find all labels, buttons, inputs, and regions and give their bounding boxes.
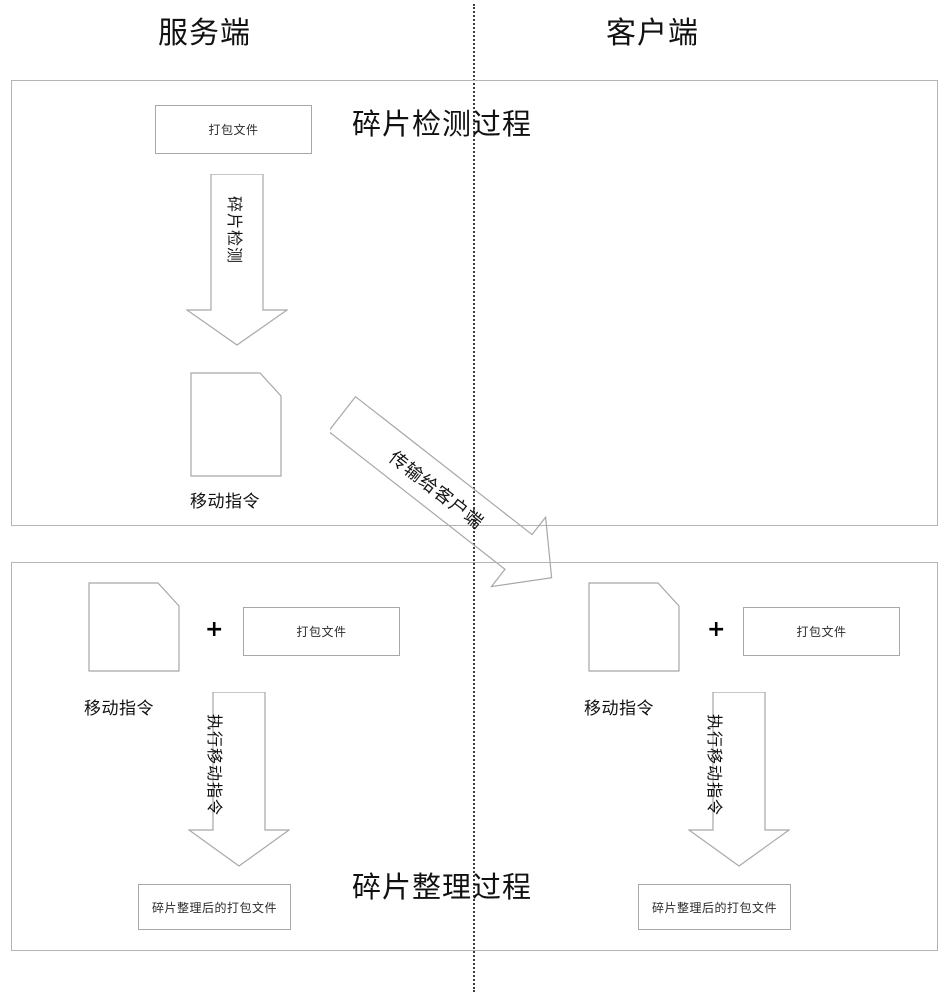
package-file-label-client: 打包文件 — [796, 625, 847, 639]
defrag-result-box-server: 碎片整理后的打包文件 — [138, 884, 291, 930]
defrag-phase-title: 碎片整理过程 — [352, 870, 533, 904]
move-instruction-caption-top: 移动指令 — [190, 492, 260, 512]
package-file-box-top: 打包文件 — [155, 105, 312, 154]
detection-phase-title: 碎片检测过程 — [352, 107, 533, 141]
move-instruction-caption-server: 移动指令 — [84, 699, 154, 719]
package-file-box-client: 打包文件 — [743, 607, 900, 656]
execute-move-arrow-label-client: 执行移动指令 — [705, 714, 724, 817]
diagram-canvas: 服务端 客户端 碎片检测过程 打包文件 碎片检测 移动指令 传输给客户端 碎片整… — [0, 0, 949, 1000]
fragment-detection-arrow-label: 碎片检测 — [225, 196, 244, 265]
plus-symbol-server: + — [205, 617, 224, 642]
defrag-result-label-client: 碎片整理后的打包文件 — [651, 900, 777, 915]
lane-header-client: 客户端 — [606, 16, 699, 51]
execute-move-arrow-label-server: 执行移动指令 — [205, 714, 224, 817]
defrag-result-label-server: 碎片整理后的打包文件 — [151, 900, 277, 915]
move-instruction-caption-client: 移动指令 — [584, 699, 654, 719]
move-instruction-document-client — [588, 582, 680, 672]
package-file-box-server: 打包文件 — [243, 607, 400, 656]
defrag-result-box-client: 碎片整理后的打包文件 — [638, 884, 791, 930]
move-instruction-document-top — [190, 372, 282, 477]
lane-header-server: 服务端 — [158, 16, 251, 51]
package-file-label: 打包文件 — [208, 123, 259, 137]
plus-symbol-client: + — [707, 617, 726, 642]
move-instruction-document-server — [88, 582, 180, 672]
package-file-label-server: 打包文件 — [296, 625, 347, 639]
